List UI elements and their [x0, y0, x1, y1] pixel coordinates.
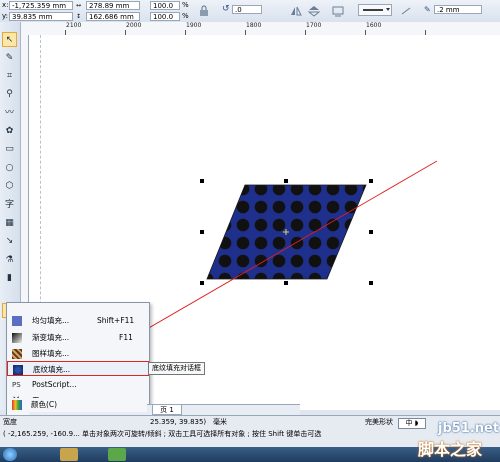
app-icon[interactable]	[108, 448, 126, 461]
status-unit: 毫米	[213, 418, 227, 426]
menu-item-shortcut: F11	[119, 333, 133, 342]
pattern-fill-icon	[12, 349, 22, 359]
menu-item-color[interactable]: 颜色(C)	[7, 398, 147, 412]
menu-item-label: 图样填充...	[32, 349, 70, 358]
color-icon	[12, 400, 22, 410]
watermark-site: jb51.net	[438, 421, 500, 436]
menu-item-label: 均匀填充...	[32, 316, 70, 325]
menu-item-gradient-fill[interactable]: 渐变填充... F11	[7, 330, 149, 345]
ime-indicator[interactable]: 中 ◗	[398, 418, 426, 429]
status-hint-text: ( -2,165.259, -160.9... 单击对象两次可旋转/倾斜 ; 双…	[3, 430, 322, 438]
gradient-fill-icon	[12, 333, 22, 343]
menu-item-texture-fill[interactable]: 底纹填充...	[7, 361, 149, 376]
texture-fill-icon	[13, 365, 23, 375]
status-coords: 25.359, 39.835)	[150, 418, 207, 426]
menu-item-uniform-fill[interactable]: 均匀填充... Shift+F11	[7, 313, 149, 328]
menu-item-postscript-fill[interactable]: PS PostScript...	[7, 377, 149, 392]
uniform-fill-icon	[12, 316, 22, 326]
status-shape-label: 完美形状	[365, 418, 393, 426]
menu-item-label: 颜色(C)	[31, 400, 58, 409]
texture-fill-tooltip: 底纹填充对话框	[148, 362, 205, 375]
tab-page-1[interactable]: 页 1	[152, 405, 182, 415]
menu-item-label: 渐变填充...	[32, 333, 70, 342]
status-width-label: 宽度	[3, 418, 17, 426]
watermark-name: 脚本之家	[418, 440, 483, 459]
menu-item-label: PostScript...	[32, 380, 77, 389]
menu-item-pattern-fill[interactable]: 图样填充...	[7, 346, 149, 361]
menu-item-shortcut: Shift+F11	[97, 316, 135, 325]
menu-item-label: 底纹填充...	[33, 365, 71, 374]
folder-icon[interactable]	[60, 448, 78, 461]
start-button-icon[interactable]	[3, 448, 17, 461]
postscript-fill-icon: PS	[12, 381, 21, 389]
